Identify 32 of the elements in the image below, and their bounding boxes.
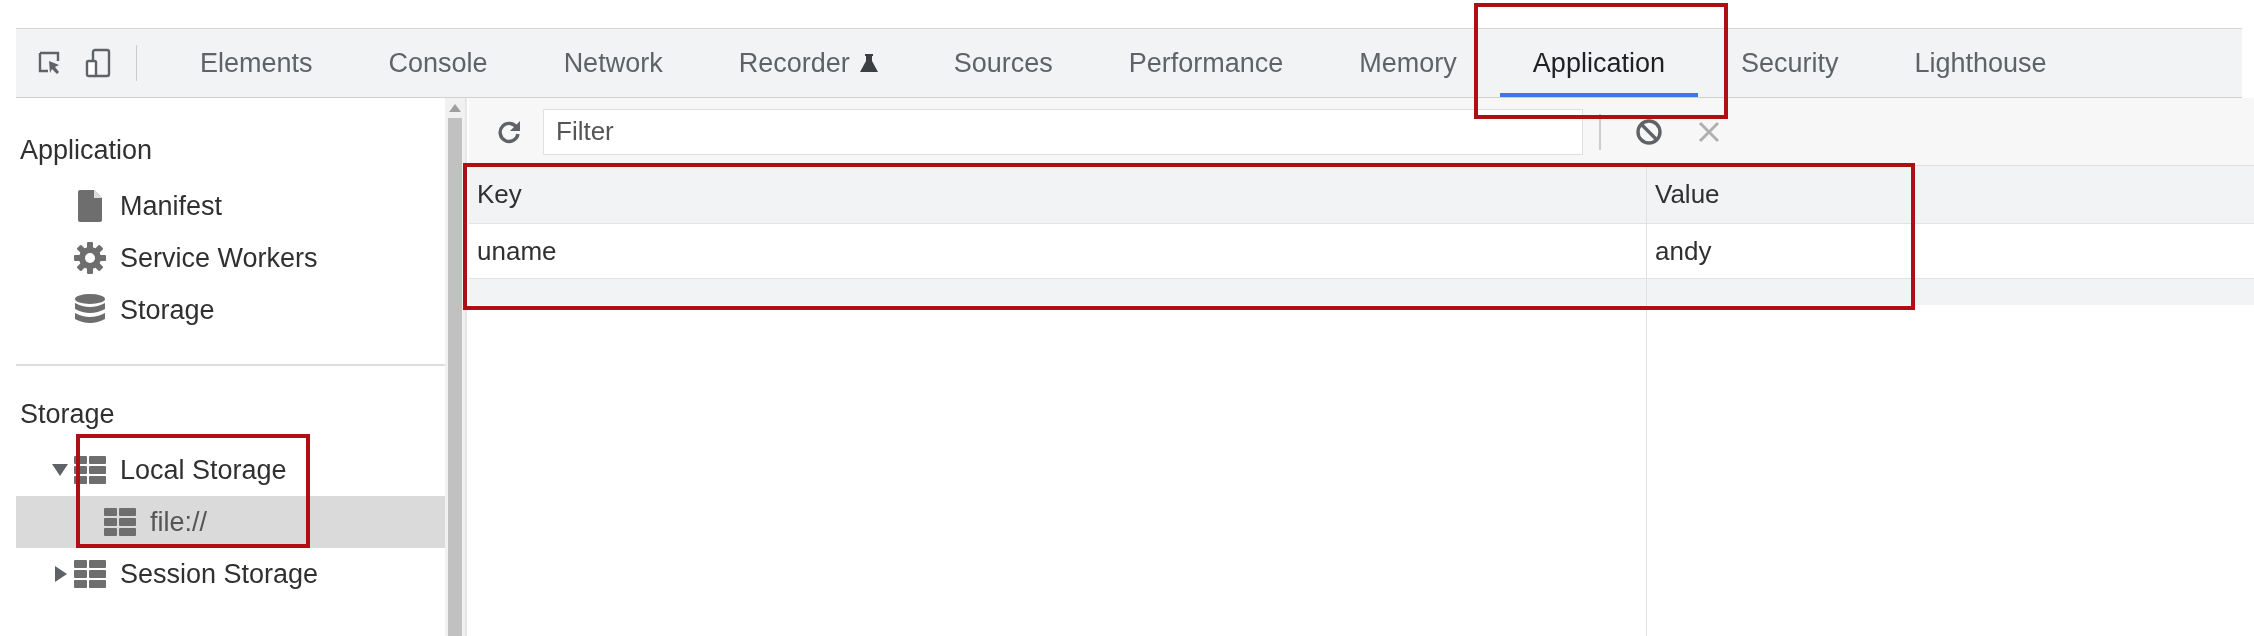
panel-tab[interactable]: Memory [1326, 29, 1490, 97]
grid-icon [102, 508, 138, 536]
clear-icon[interactable] [1635, 117, 1663, 146]
column-header[interactable]: Value [1647, 166, 2254, 223]
table-cell-text: andy [1654, 234, 1713, 268]
filter-field[interactable]: Filter [543, 108, 1583, 155]
panel-tab[interactable]: Network [530, 29, 696, 97]
panel-tab[interactable]: Recorder [705, 29, 911, 97]
panel-tab[interactable]: Performance [1095, 29, 1317, 97]
panel-tab[interactable]: Security [1707, 29, 1872, 97]
grid-icon [72, 456, 108, 484]
sidebar-item[interactable]: Storage [16, 284, 445, 336]
grid-icon [72, 560, 108, 588]
panel-tab[interactable]: Console [355, 29, 521, 97]
section-title: Application [19, 134, 154, 167]
panel-tab[interactable]: Elements [167, 29, 346, 97]
panel-tab[interactable]: Sources [920, 29, 1086, 97]
sidebar-item[interactable]: Local Storage [16, 444, 445, 496]
gear-icon [72, 241, 108, 275]
collapse-arrow-icon[interactable] [52, 463, 68, 477]
sidebar-item[interactable]: Manifest [16, 180, 445, 232]
panel-tab[interactable]: Application [1499, 29, 1698, 97]
panel-tab[interactable]: Lighthouse [1881, 29, 2080, 97]
table-cell: uname [469, 224, 1647, 278]
section-title: Storage [19, 398, 116, 431]
scrollbar[interactable] [445, 98, 467, 636]
sidebar-item[interactable]: Service Workers [16, 232, 445, 284]
sidebar-item[interactable]: Session Storage [16, 548, 445, 600]
column-header[interactable]: Key [469, 166, 1647, 223]
device-icon[interactable] [85, 48, 111, 78]
expand-arrow-icon[interactable] [54, 566, 68, 582]
sidebar-item[interactable]: file:// [16, 496, 445, 548]
